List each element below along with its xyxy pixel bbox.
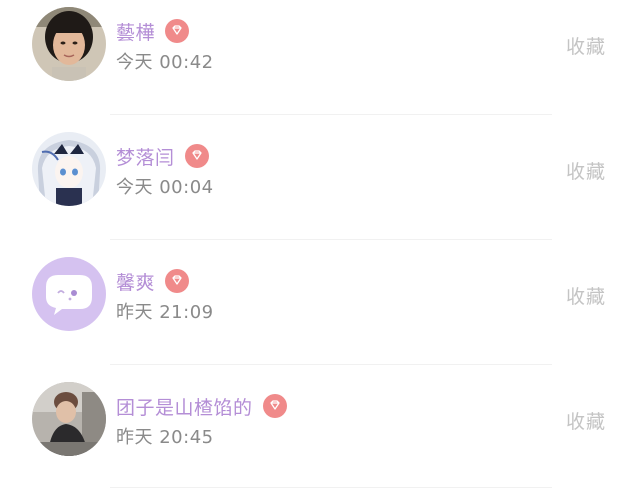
avatar-photo-street <box>32 382 106 456</box>
favorite-button[interactable]: 收藏 <box>566 407 606 434</box>
avatar-anime-girl <box>32 132 106 206</box>
avatar-photo-girl <box>32 7 106 81</box>
timestamp: 昨天 20:45 <box>116 427 214 448</box>
name-line: 藝樺 <box>116 14 190 48</box>
user-name[interactable]: 团子是山楂馅的 <box>116 393 253 420</box>
diamond-icon <box>184 144 209 168</box>
favorite-button[interactable]: 收藏 <box>566 282 606 309</box>
user-name[interactable]: 梦落闫 <box>116 143 175 170</box>
friend-list: 藝樺 今天 00:42 收藏 梦落闫 今天 00:04 收藏 馨爽 昨天 21:… <box>0 0 640 490</box>
list-item[interactable]: 梦落闫 今天 00:04 收藏 <box>0 125 640 250</box>
list-item[interactable]: 馨爽 昨天 21:09 收藏 <box>0 250 640 375</box>
avatar-default-chat <box>32 257 106 331</box>
user-name[interactable]: 馨爽 <box>116 268 155 295</box>
diamond-icon <box>165 269 190 293</box>
avatar[interactable] <box>32 7 106 81</box>
diamond-icon <box>165 19 190 43</box>
divider <box>110 364 552 365</box>
avatar[interactable] <box>32 382 106 456</box>
timestamp: 今天 00:42 <box>116 52 214 73</box>
divider <box>110 239 552 240</box>
diamond-icon <box>262 394 287 418</box>
user-name[interactable]: 藝樺 <box>116 18 155 45</box>
timestamp: 今天 00:04 <box>116 177 214 198</box>
divider <box>110 487 552 488</box>
favorite-button[interactable]: 收藏 <box>566 157 606 184</box>
name-line: 馨爽 <box>116 264 190 298</box>
list-item[interactable]: 藝樺 今天 00:42 收藏 <box>0 0 640 125</box>
name-line: 团子是山楂馅的 <box>116 389 287 423</box>
name-line: 梦落闫 <box>116 139 209 173</box>
favorite-button[interactable]: 收藏 <box>566 32 606 59</box>
avatar[interactable] <box>32 257 106 331</box>
list-item[interactable]: 团子是山楂馅的 昨天 20:45 收藏 <box>0 375 640 490</box>
avatar[interactable] <box>32 132 106 206</box>
timestamp: 昨天 21:09 <box>116 302 214 323</box>
divider <box>110 114 552 115</box>
